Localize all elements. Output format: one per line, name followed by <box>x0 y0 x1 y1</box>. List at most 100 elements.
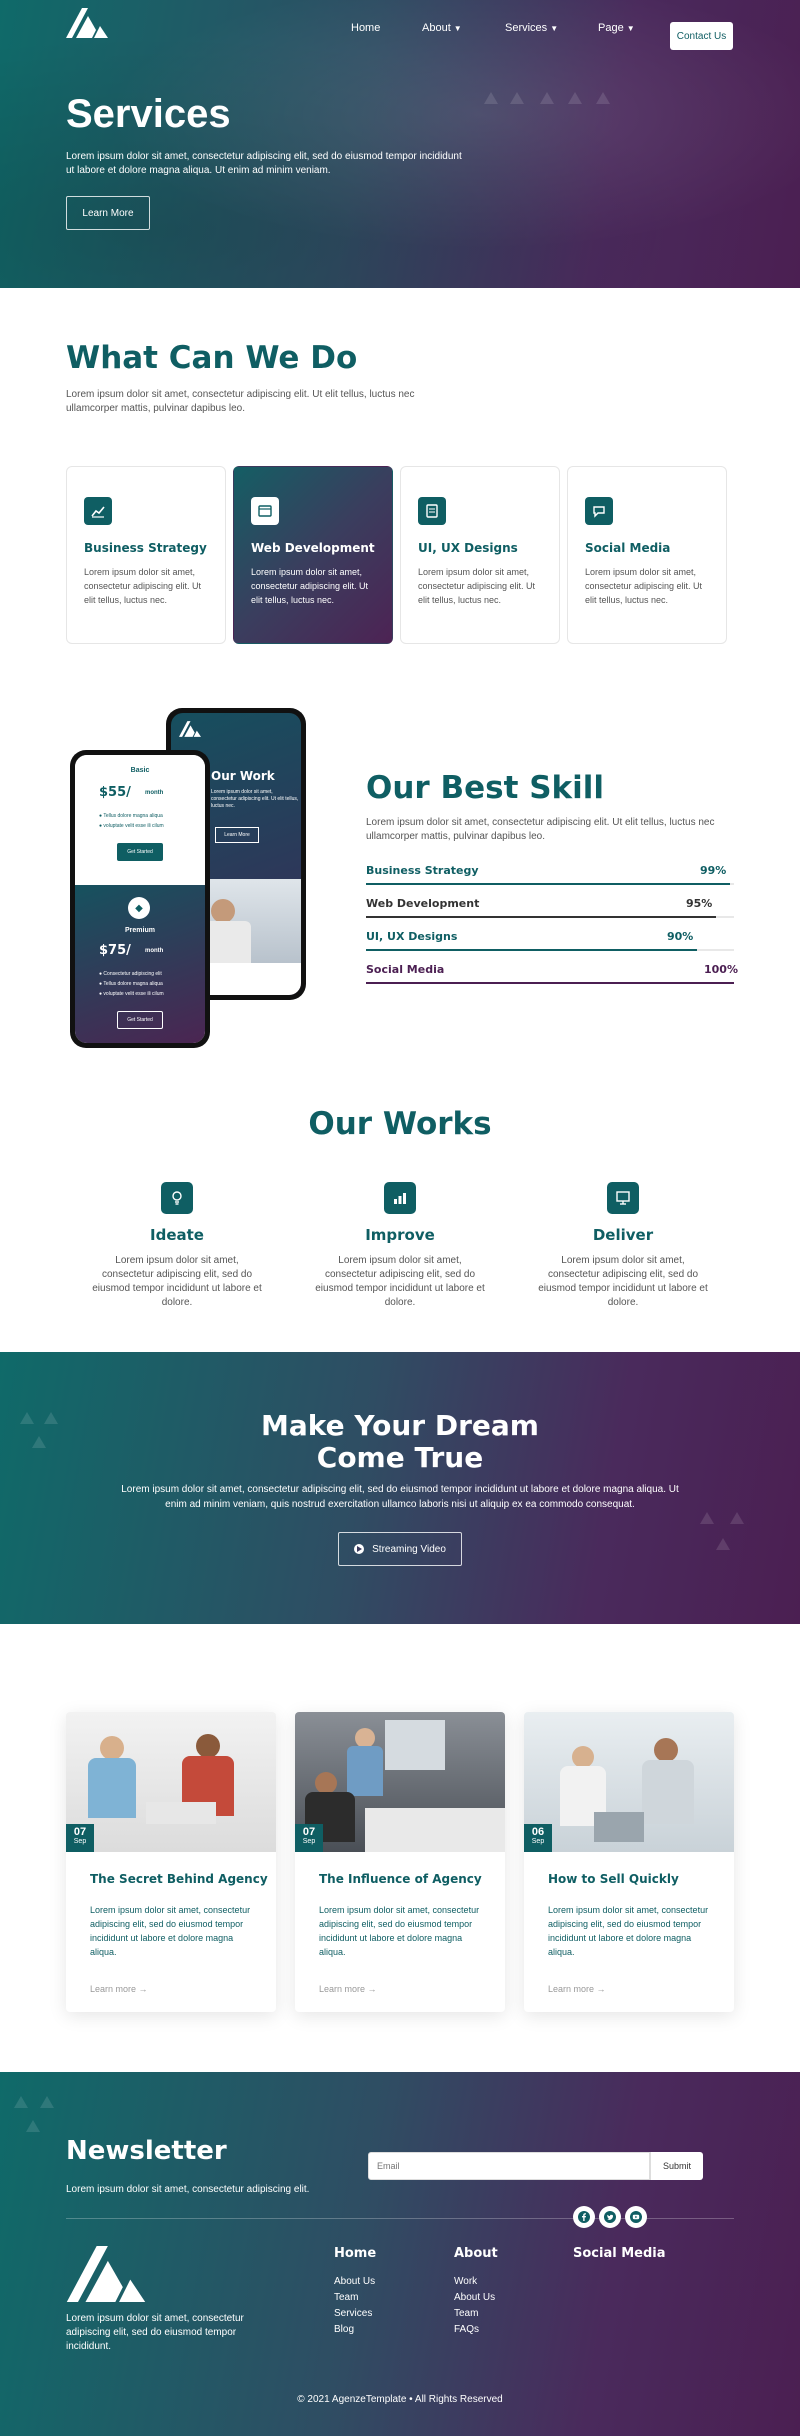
footer-link[interactable]: FAQs <box>454 2324 479 2335</box>
skill-fill <box>366 916 716 918</box>
decor-triangle <box>568 92 582 104</box>
post-day: 06 <box>531 1826 545 1838</box>
cta-title: Make Your Dream Come True <box>0 1410 800 1474</box>
footer-logo[interactable] <box>66 2246 146 2302</box>
skill-text: Lorem ipsum dolor sit amet, consectetur … <box>366 817 715 842</box>
contact-us-button[interactable]: Contact Us <box>670 22 733 50</box>
skill-title: Our Best Skill <box>366 770 605 806</box>
premium-period: month <box>145 948 164 954</box>
card-title: UI, UX Designs <box>418 541 518 555</box>
share-icon <box>585 497 613 525</box>
phone-learn-more-button: Learn More <box>215 827 259 843</box>
post-excerpt: Lorem ipsum dolor sit amet, consectetur … <box>319 1905 480 1957</box>
work-item-improve: Improve Lorem ipsum dolor sit amet, cons… <box>300 1182 500 1310</box>
post-date-badge: 07 Sep <box>66 1824 94 1852</box>
premium-item: ● voluptate velit esse ili cilum <box>99 991 164 997</box>
decor-triangle <box>484 92 498 104</box>
basic-price: $55/ <box>99 785 131 800</box>
footer-link[interactable]: About Us <box>334 2276 375 2287</box>
card-text: Lorem ipsum dolor sit amet, consectetur … <box>251 567 369 605</box>
service-card-business-strategy[interactable]: Business Strategy Lorem ipsum dolor sit … <box>66 466 226 644</box>
skill-fill <box>366 949 697 951</box>
basic-item: ● Tellus dolore magna aliqua <box>99 813 163 819</box>
premium-plan: ◆ Premium $75/ month ● Consectetur adipi… <box>75 885 205 1043</box>
footer-link[interactable]: Work <box>454 2276 477 2287</box>
email-input[interactable] <box>368 2152 650 2180</box>
lightbulb-icon <box>161 1182 193 1214</box>
card-text: Lorem ipsum dolor sit amet, consectetur … <box>418 567 536 605</box>
service-card-ui-ux-designs[interactable]: UI, UX Designs Lorem ipsum dolor sit ame… <box>400 466 560 644</box>
card-title: Social Media <box>585 541 671 555</box>
decor-triangle <box>26 2120 40 2132</box>
skill-fill <box>366 883 730 885</box>
premium-label: Premium <box>125 927 155 934</box>
facebook-icon[interactable] <box>573 2206 595 2228</box>
footer-link[interactable]: Team <box>334 2292 358 2303</box>
phone-mockup-front: Basic $55/ month ● Tellus dolore magna a… <box>70 750 210 1048</box>
nav-about[interactable]: About ▼ <box>422 22 462 34</box>
learn-more-label: Learn more <box>319 1984 366 1994</box>
learn-more-link[interactable]: Learn more → <box>90 1984 148 1994</box>
nav-services[interactable]: Services ▼ <box>505 22 558 34</box>
hero-title: Services <box>66 92 231 136</box>
skill-label: Business Strategy <box>366 864 479 877</box>
service-card-social-media[interactable]: Social Media Lorem ipsum dolor sit amet,… <box>567 466 727 644</box>
decor-triangle <box>730 1512 744 1524</box>
agenze-logo-icon <box>66 2246 146 2302</box>
twitter-icon[interactable] <box>599 2206 621 2228</box>
arrow-right-icon: → <box>596 1984 606 1994</box>
decor-triangle <box>14 2096 28 2108</box>
learn-more-label: Learn more <box>90 1984 137 1994</box>
skill-fill <box>366 982 734 984</box>
decor-triangle <box>700 1512 714 1524</box>
hero-text: Lorem ipsum dolor sit amet, consectetur … <box>66 151 462 176</box>
blog-post-card[interactable]: 07 Sep The Influence of Agency Lorem ipsu… <box>295 1712 505 2012</box>
skill-track <box>366 916 734 918</box>
streaming-video-label: Streaming Video <box>372 1543 446 1555</box>
footer-col-title: Social Media <box>573 2246 666 2261</box>
blog-post-card[interactable]: 07 Sep The Secret Behind Agency Lorem ips… <box>66 1712 276 2012</box>
work-title: Ideate <box>150 1226 204 1244</box>
cta-title-line: Make Your Dream <box>261 1409 539 1442</box>
learn-more-button[interactable]: Learn More <box>66 196 150 230</box>
footer-link[interactable]: Services <box>334 2308 372 2319</box>
work-text: Lorem ipsum dolor sit amet, consectetur … <box>315 1255 485 1308</box>
cta-title-line: Come True <box>316 1441 484 1474</box>
post-month: Sep <box>302 1838 316 1845</box>
footer-link[interactable]: About Us <box>454 2292 495 2303</box>
nav-about-label: About <box>422 22 451 34</box>
basic-plan: Basic $55/ month ● Tellus dolore magna a… <box>75 755 205 885</box>
decor-triangle <box>596 92 610 104</box>
learn-more-label: Learn more <box>548 1984 595 1994</box>
chevron-down-icon: ▼ <box>453 24 462 33</box>
streaming-video-button[interactable]: Streaming Video <box>338 1532 462 1566</box>
skill-track <box>366 883 734 885</box>
basic-item: ● voluptate velit esse ili cilum <box>99 823 164 829</box>
chart-icon <box>84 497 112 525</box>
skill-percent: 99% <box>700 864 727 877</box>
post-title: The Influence of Agency <box>319 1872 482 1886</box>
post-day: 07 <box>73 1826 87 1838</box>
decor-triangle <box>40 2096 54 2108</box>
skill-label: UI, UX Designs <box>366 930 458 943</box>
nav-page[interactable]: Page ▼ <box>598 22 635 34</box>
youtube-icon[interactable] <box>625 2206 647 2228</box>
submit-button[interactable]: Submit <box>650 2152 703 2180</box>
newsletter-text: Lorem ipsum dolor sit amet, consectetur … <box>66 2184 310 2195</box>
bar-chart-icon <box>384 1182 416 1214</box>
work-title: Improve <box>365 1226 435 1244</box>
nav-home[interactable]: Home <box>351 22 380 34</box>
post-day: 07 <box>302 1826 316 1838</box>
footer-link[interactable]: Blog <box>334 2324 354 2335</box>
skill-track <box>366 949 734 951</box>
card-text: Lorem ipsum dolor sit amet, consectetur … <box>585 567 703 605</box>
service-card-web-development[interactable]: Web Development Lorem ipsum dolor sit am… <box>233 466 393 644</box>
learn-more-link[interactable]: Learn more → <box>548 1984 606 1994</box>
what-title: What Can We Do <box>66 340 358 376</box>
post-image <box>295 1712 505 1852</box>
premium-item: ● Consectetur adipiscing elit <box>99 971 162 977</box>
basic-label: Basic <box>130 767 150 774</box>
footer-link[interactable]: Team <box>454 2308 478 2319</box>
learn-more-link[interactable]: Learn more → <box>319 1984 377 1994</box>
blog-post-card[interactable]: 06 Sep How to Sell Quickly Lorem ipsum do… <box>524 1712 734 2012</box>
